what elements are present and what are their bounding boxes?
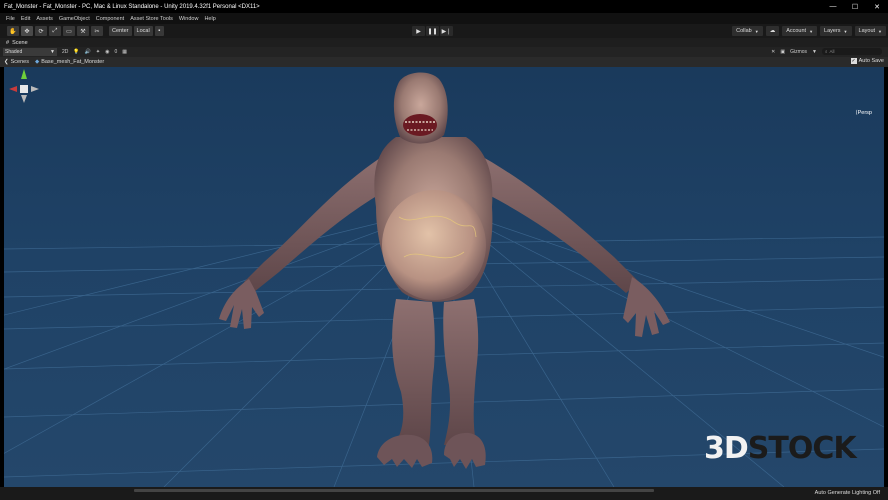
scene-grid <box>4 72 884 487</box>
transform-tool-icon[interactable]: ⚒ <box>77 26 89 36</box>
audio-icon[interactable]: 🔊 <box>85 49 91 55</box>
center-cube[interactable] <box>20 85 28 93</box>
monster-model[interactable] <box>219 72 670 469</box>
watermark-logo: 3DSTOCK <box>704 431 857 466</box>
2d-toggle[interactable]: 2D <box>62 49 68 55</box>
menu-gameobject[interactable]: GameObject <box>56 16 93 22</box>
window-title: Fat_Monster - Fat_Monster - PC, Mac & Li… <box>4 3 260 10</box>
search-icon: ⌕ <box>825 49 828 54</box>
chevron-down-icon: ▼ <box>809 28 814 34</box>
hierarchy-search-input[interactable]: ⌕ All <box>822 48 882 55</box>
account-dropdown[interactable]: Account ▼ <box>782 26 818 36</box>
visibility-icon[interactable]: ◉ <box>105 49 109 55</box>
tab-scene[interactable]: # Scene <box>6 40 28 46</box>
breadcrumb-prefab-label: Base_mesh_Fat_Monster <box>41 59 105 65</box>
chevron-down-icon: ▼ <box>50 49 55 55</box>
y-axis-cone[interactable] <box>21 69 27 79</box>
maximize-button[interactable]: ☐ <box>844 0 866 13</box>
neg-y-axis-cone[interactable] <box>21 95 27 103</box>
chevron-down-icon: ▼ <box>754 28 759 34</box>
scene-toolbar: Shaded ▼ 2D 💡 🔊 ✦ ◉ 0 ▦ ✕ ▣ Gizmos ▼ ⌕ A… <box>0 47 888 57</box>
breadcrumb: ❮ Scenes ◆ Base_mesh_Fat_Monster ✓ Auto … <box>0 57 888 67</box>
chevron-down-icon: ▼ <box>843 28 848 34</box>
tools-icon[interactable]: ✕ <box>771 49 775 55</box>
neg-x-axis-cone[interactable] <box>31 86 39 92</box>
scene-grid-icon: # <box>6 39 10 46</box>
main-toolbar: ✋ ✥ ⟳ ⤢ ▭ ⚒ ✂ Center Local ▪ ▶ ❚❚ ▶❘ Col… <box>0 24 888 38</box>
menu-edit[interactable]: Edit <box>18 16 33 22</box>
collab-label: Collab <box>736 28 752 34</box>
pivot-local-toggle[interactable]: Local <box>133 26 153 36</box>
watermark-stock: STOCK <box>747 431 857 466</box>
gizmos-dropdown[interactable]: Gizmos <box>790 49 807 55</box>
rect-tool-icon[interactable]: ▭ <box>63 26 75 36</box>
layers-label: Layers <box>824 28 841 34</box>
layout-dropdown[interactable]: Layout ▼ <box>854 26 886 36</box>
auto-save-label: Auto Save <box>858 58 884 64</box>
back-arrow-icon: ❮ <box>4 59 9 65</box>
scene-viewport[interactable]: ⟨Persp 3DSTOCK <box>4 67 884 487</box>
watermark-3d: 3D <box>704 431 749 466</box>
scene-tab-bar: # Scene <box>0 38 888 47</box>
horizontal-scrollbar[interactable] <box>134 489 654 492</box>
collab-dropdown[interactable]: Collab ▼ <box>732 26 763 36</box>
breadcrumb-prefab[interactable]: ◆ Base_mesh_Fat_Monster <box>35 59 104 65</box>
auto-save-toggle[interactable]: ✓ Auto Save <box>850 58 884 64</box>
chevron-down-icon: ▼ <box>878 28 882 34</box>
scene-toolbar-right: ✕ ▣ Gizmos ▼ ⌕ All <box>766 48 882 55</box>
cloud-icon[interactable]: ☁ <box>765 26 780 36</box>
menu-help[interactable]: Help <box>201 16 218 22</box>
shading-mode-dropdown[interactable]: Shaded ▼ <box>3 48 57 56</box>
layers-dropdown[interactable]: Layers ▼ <box>820 26 852 36</box>
shading-mode-label: Shaded <box>5 49 23 55</box>
checkbox-checked-icon: ✓ <box>850 58 857 64</box>
scale-tool-icon[interactable]: ⤢ <box>49 26 61 36</box>
breadcrumb-scenes[interactable]: ❮ Scenes <box>4 59 29 65</box>
rotate-tool-icon[interactable]: ⟳ <box>35 26 47 36</box>
tab-scene-label: Scene <box>12 39 28 46</box>
layout-label: Layout <box>858 28 876 34</box>
snap-icon[interactable]: ▪ <box>154 26 164 36</box>
lighting-icon[interactable]: 💡 <box>73 49 79 55</box>
status-bar: Auto Generate Lighting Off <box>0 487 888 500</box>
lighting-status: Auto Generate Lighting Off <box>814 490 880 496</box>
menu-window[interactable]: Window <box>176 16 202 22</box>
grid-icon[interactable]: ▦ <box>122 49 127 55</box>
hand-tool-icon[interactable]: ✋ <box>7 26 19 36</box>
pivot-center-toggle[interactable]: Center <box>109 26 132 36</box>
step-icon[interactable]: ▶❘ <box>440 26 453 36</box>
x-axis-cone[interactable] <box>9 86 17 92</box>
play-icon[interactable]: ▶ <box>412 26 425 36</box>
menu-assets[interactable]: Assets <box>33 16 56 22</box>
effects-icon[interactable]: ✦ <box>96 49 100 55</box>
toolbar-right: Collab ▼ ☁ Account ▼ Layers ▼ Layout ▼ <box>729 26 886 36</box>
account-label: Account <box>786 28 807 34</box>
window-titlebar: Fat_Monster - Fat_Monster - PC, Mac & Li… <box>0 0 888 13</box>
search-placeholder: All <box>829 49 835 54</box>
menu-bar: File Edit Assets GameObject Component As… <box>0 13 888 24</box>
play-controls: ▶ ❚❚ ▶❘ <box>411 26 453 36</box>
pause-icon[interactable]: ❚❚ <box>426 26 439 36</box>
camera-icon[interactable]: ▣ <box>780 49 785 55</box>
prefab-icon: ◆ <box>34 59 40 65</box>
move-tool-icon[interactable]: ✥ <box>21 26 33 36</box>
minimize-button[interactable]: — <box>822 0 844 13</box>
close-button[interactable]: ✕ <box>866 0 888 13</box>
breadcrumb-scenes-label: Scenes <box>10 59 29 65</box>
projection-toggle[interactable]: ⟨Persp <box>855 110 872 116</box>
view-orientation-gizmo[interactable] <box>4 67 44 111</box>
custom-tool-icon[interactable]: ✂ <box>91 26 103 36</box>
persp-label: Persp <box>857 110 872 116</box>
menu-file[interactable]: File <box>3 16 18 22</box>
menu-component[interactable]: Component <box>93 16 127 22</box>
fx-count: 0 <box>114 49 118 55</box>
chevron-down-icon: ▼ <box>812 48 817 55</box>
menu-asset-store-tools[interactable]: Asset Store Tools <box>127 16 176 22</box>
